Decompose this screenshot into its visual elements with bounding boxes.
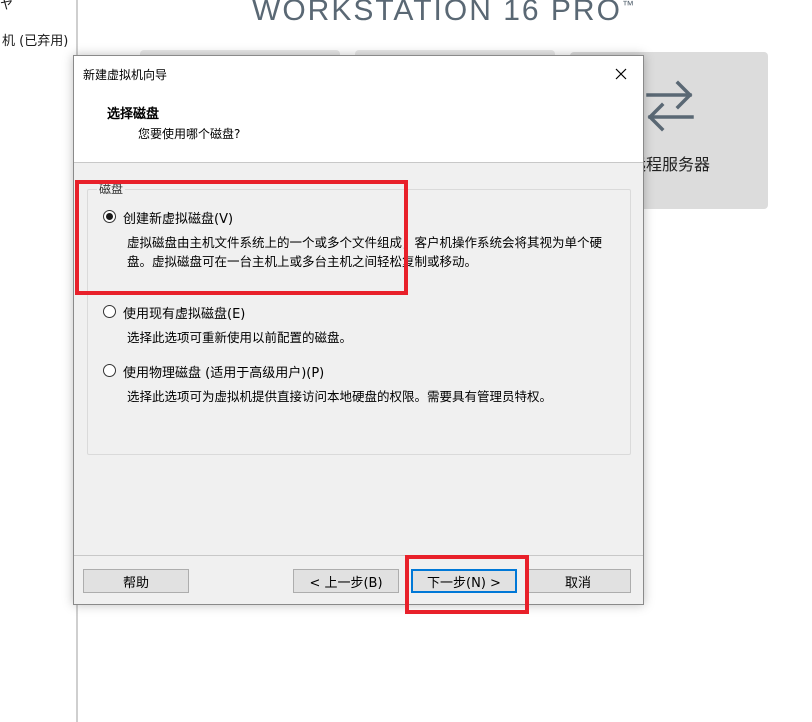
next-button[interactable]: 下一步(N) > — [411, 569, 517, 593]
disk-group-label: 磁盘 — [97, 180, 126, 197]
brand-text: WORKSTATION 16 PRO — [252, 0, 622, 27]
radio-button[interactable] — [103, 305, 116, 318]
radio-use-existing-disk[interactable]: 使用现有虚拟磁盘(E) — [103, 303, 273, 322]
option-label: 使用物理磁盘 (适用于高级用户)(P) — [123, 366, 325, 381]
radio-use-physical-disk[interactable]: 使用物理磁盘 (适用于高级用户)(P) — [103, 362, 363, 381]
close-button[interactable] — [599, 56, 643, 92]
product-brand: WORKSTATION 16 PRO™ — [252, 0, 636, 28]
option-description: 选择此选项可重新使用以前配置的磁盘。 — [127, 330, 353, 345]
option-label: 创建新虚拟磁盘(V) — [123, 212, 234, 227]
library-pane: ヤ 机 (已弃用) — [0, 0, 78, 722]
footer-separator — [74, 555, 643, 556]
option-label: 使用现有虚拟磁盘(E) — [123, 307, 246, 322]
radio-create-new-disk[interactable]: 创建新虚拟磁盘(V) — [103, 208, 263, 227]
radio-button-checked[interactable] — [103, 210, 116, 223]
disk-groupbox — [87, 189, 631, 455]
help-button[interactable]: 帮助 — [83, 569, 189, 593]
back-button[interactable]: < 上一步(B) — [293, 569, 399, 593]
dialog-titlebar[interactable]: 新建虚拟机向导 — [74, 56, 643, 92]
brand-trademark: ™ — [621, 0, 636, 12]
option-description: 虚拟磁盘由主机文件系统上的一个或多个文件组成，客户机操作系统会将其视为单个硬盘。… — [127, 235, 603, 269]
step-subtitle: 您要使用哪个磁盘? — [138, 127, 241, 141]
new-vm-wizard-dialog: 新建虚拟机向导 选择磁盘 您要使用哪个磁盘? 磁盘 创建新虚拟磁盘(V) 虚拟磁… — [73, 55, 644, 605]
step-title: 选择磁盘 — [107, 107, 160, 122]
cancel-button[interactable]: 取消 — [525, 569, 631, 593]
close-icon — [615, 68, 627, 80]
wizard-header: 选择磁盘 您要使用哪个磁盘? — [74, 92, 643, 163]
radio-button[interactable] — [103, 364, 116, 377]
swap-arrows-icon — [646, 80, 694, 132]
library-item-deprecated[interactable]: 机 (已弃用) — [2, 30, 68, 49]
dialog-title: 新建虚拟机向导 — [83, 68, 168, 82]
library-item-partial: ヤ — [0, 0, 14, 13]
option-description: 选择此选项可为虚拟机提供直接访问本地硬盘的权限。需要具有管理员特权。 — [127, 389, 553, 404]
